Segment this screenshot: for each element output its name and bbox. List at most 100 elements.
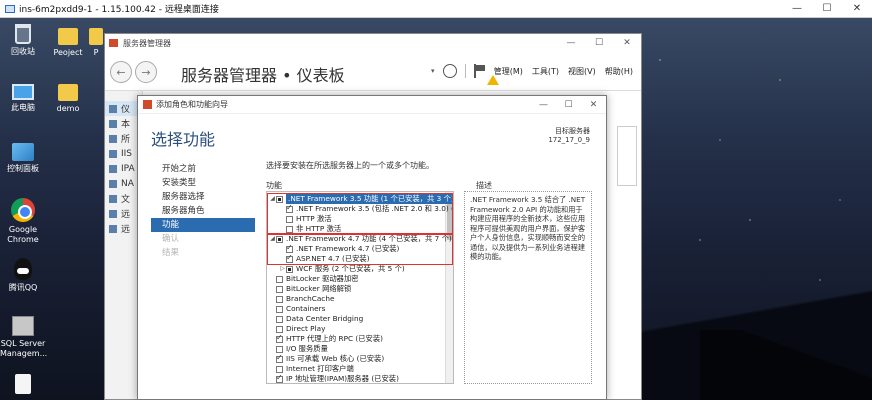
expand-toggle-icon[interactable]: ▷ <box>279 264 286 274</box>
desktop-icon-document[interactable] <box>0 374 46 397</box>
nap-icon <box>109 179 117 188</box>
step-installation-type[interactable]: 安装类型 <box>151 176 255 190</box>
feature-label: WCF 服务 (2 个已安装，共 5 个) <box>296 264 405 273</box>
wizard-minimize-button[interactable]: — <box>531 100 556 110</box>
step-features[interactable]: 功能 <box>151 218 255 232</box>
step-server-selection[interactable]: 服务器选择 <box>151 190 255 204</box>
feature-row[interactable]: BitLocker 网络解锁 <box>269 284 351 294</box>
desktop-icon-chrome[interactable]: Google Chrome <box>0 198 46 245</box>
step-results: 结果 <box>162 248 180 258</box>
desktop-icon-demo[interactable]: demo <box>45 80 91 114</box>
remote-desktop-title: ins-6m2pxdd9-1 - 1.15.100.42 - 远程桌面连接 <box>19 5 219 15</box>
server-manager-title: 服务器管理器 <box>123 38 171 48</box>
desktop-icon-label: SQL Server Managem... <box>0 339 48 358</box>
menu-view[interactable]: 视图(V) <box>568 66 596 77</box>
feature-label: IIS 可承载 Web 核心 (已安装) <box>286 354 385 363</box>
desktop-icon-sql-server[interactable]: SQL Server Managem... <box>0 316 48 359</box>
servers-icon <box>109 134 117 143</box>
desktop-icon-label: Peoject <box>53 48 83 57</box>
document-icon <box>15 374 31 394</box>
desktop-icon-recycle-bin[interactable]: 回收站 <box>0 24 46 57</box>
feature-row[interactable]: ▷ WCF 服务 (2 个已安装，共 5 个) <box>279 264 405 274</box>
wizard-close-button[interactable]: ✕ <box>581 100 606 110</box>
remote-desktop-titlebar: ins-6m2pxdd9-1 - 1.15.100.42 - 远程桌面连接 — … <box>0 0 872 18</box>
desktop-icon-label: 腾讯QQ <box>8 283 38 292</box>
feature-row[interactable]: HTTP 代理上的 RPC (已安装) <box>269 333 383 344</box>
feature-label: BitLocker 网络解锁 <box>286 284 352 293</box>
feature-checkbox[interactable] <box>276 285 283 293</box>
menu-manage[interactable]: 管理(M) <box>494 66 523 77</box>
desktop-icon-peoject[interactable]: Peoject <box>45 24 91 58</box>
notification-flag-icon[interactable] <box>473 64 486 78</box>
desktop-icon-label: 控制面板 <box>7 164 39 173</box>
sidebar-item-label: 本 <box>121 120 131 130</box>
feature-row[interactable]: Containers <box>269 304 325 314</box>
feature-checkbox[interactable] <box>276 325 283 333</box>
feature-checkbox[interactable] <box>276 315 283 323</box>
sm-close-button[interactable]: ✕ <box>613 38 641 48</box>
sidebar-item-label: 仪 <box>121 105 131 115</box>
remote-maximize-button[interactable]: ☐ <box>812 0 842 18</box>
desktop-icon-label: Google Chrome <box>7 225 39 244</box>
sm-minimize-button[interactable]: — <box>557 38 585 48</box>
feature-checkbox[interactable] <box>276 373 283 383</box>
desktop-icon-label: 此电脑 <box>11 103 35 112</box>
feature-checkbox[interactable] <box>286 265 293 273</box>
file-services-icon <box>109 194 117 203</box>
feature-checkbox[interactable] <box>276 275 283 283</box>
wizard-maximize-button[interactable]: ☐ <box>556 100 581 110</box>
feature-row[interactable]: BitLocker 驱动器加密 <box>269 274 359 284</box>
header-tools: ▾ <box>431 64 486 78</box>
feature-row[interactable]: BranchCache <box>269 294 334 304</box>
wizard-icon <box>143 100 152 109</box>
separator <box>464 64 466 78</box>
target-server-value: 172_17_0_9 <box>548 136 590 144</box>
sm-maximize-button[interactable]: ☐ <box>585 38 613 48</box>
feature-checkbox[interactable] <box>276 365 283 373</box>
sidebar-item-label: IPA <box>121 163 135 174</box>
feature-checkbox[interactable] <box>276 295 283 303</box>
dropdown-arrow-icon[interactable]: ▾ <box>431 67 435 75</box>
desktop-icon-this-pc[interactable]: 此电脑 <box>0 80 46 113</box>
desktop-icon-control-panel[interactable]: 控制面板 <box>0 140 46 174</box>
feature-label: Direct Play <box>286 324 326 333</box>
menu-help[interactable]: 帮助(H) <box>605 66 633 77</box>
feature-checkbox[interactable] <box>276 305 283 313</box>
feature-row[interactable]: Data Center Bridging <box>269 314 363 324</box>
sidebar-item-label: 文 <box>121 195 131 205</box>
folder-icon <box>58 84 78 101</box>
wizard-heading: 选择功能 <box>151 130 216 149</box>
feature-checkbox[interactable] <box>276 345 283 353</box>
iis-icon <box>109 149 117 158</box>
desktop-icon-qq[interactable]: 腾讯QQ <box>0 258 46 293</box>
forward-button[interactable]: → <box>135 61 157 83</box>
highlight-net47 <box>267 234 453 265</box>
feature-label: IP 地址管理(IPAM)服务器 (已安装) <box>286 374 399 383</box>
wizard-steps: 开始之前 安装类型 服务器选择 服务器角色 功能 确认 结果 <box>151 162 255 260</box>
desktop-icon-p[interactable]: P <box>88 24 104 58</box>
feature-checkbox[interactable] <box>276 333 283 343</box>
remote-minimize-button[interactable]: — <box>782 0 812 18</box>
sidebar-item-label: NA <box>121 178 134 189</box>
dashboard-tile-edge <box>617 126 637 186</box>
folder-icon <box>89 28 103 45</box>
remote-close-button[interactable]: ✕ <box>842 0 872 18</box>
ipam-icon <box>109 164 117 173</box>
server-icon <box>109 119 117 128</box>
menu-tools[interactable]: 工具(T) <box>532 66 559 77</box>
feature-checkbox[interactable] <box>276 353 283 363</box>
desktop-icon-label: P <box>93 48 99 57</box>
feature-label: BranchCache <box>286 294 335 303</box>
back-button[interactable]: ← <box>110 61 132 83</box>
feature-row[interactable]: IP 地址管理(IPAM)服务器 (已安装) <box>269 373 399 383</box>
feature-row[interactable]: IIS 可承载 Web 核心 (已安装) <box>269 353 385 364</box>
qq-icon <box>14 258 32 280</box>
sidebar-item-label: 远 <box>121 225 131 235</box>
refresh-icon[interactable] <box>442 64 457 78</box>
wizard-instruction: 选择要安装在所选服务器上的一个或多个功能。 <box>266 161 434 170</box>
step-before-you-begin[interactable]: 开始之前 <box>151 162 255 176</box>
step-server-roles[interactable]: 服务器角色 <box>151 204 255 218</box>
wallpaper-stars <box>640 20 872 320</box>
breadcrumb: 服务器管理器 • 仪表板 <box>181 66 345 85</box>
wizard-titlebar: 添加角色和功能向导 — ☐ ✕ <box>138 96 606 114</box>
